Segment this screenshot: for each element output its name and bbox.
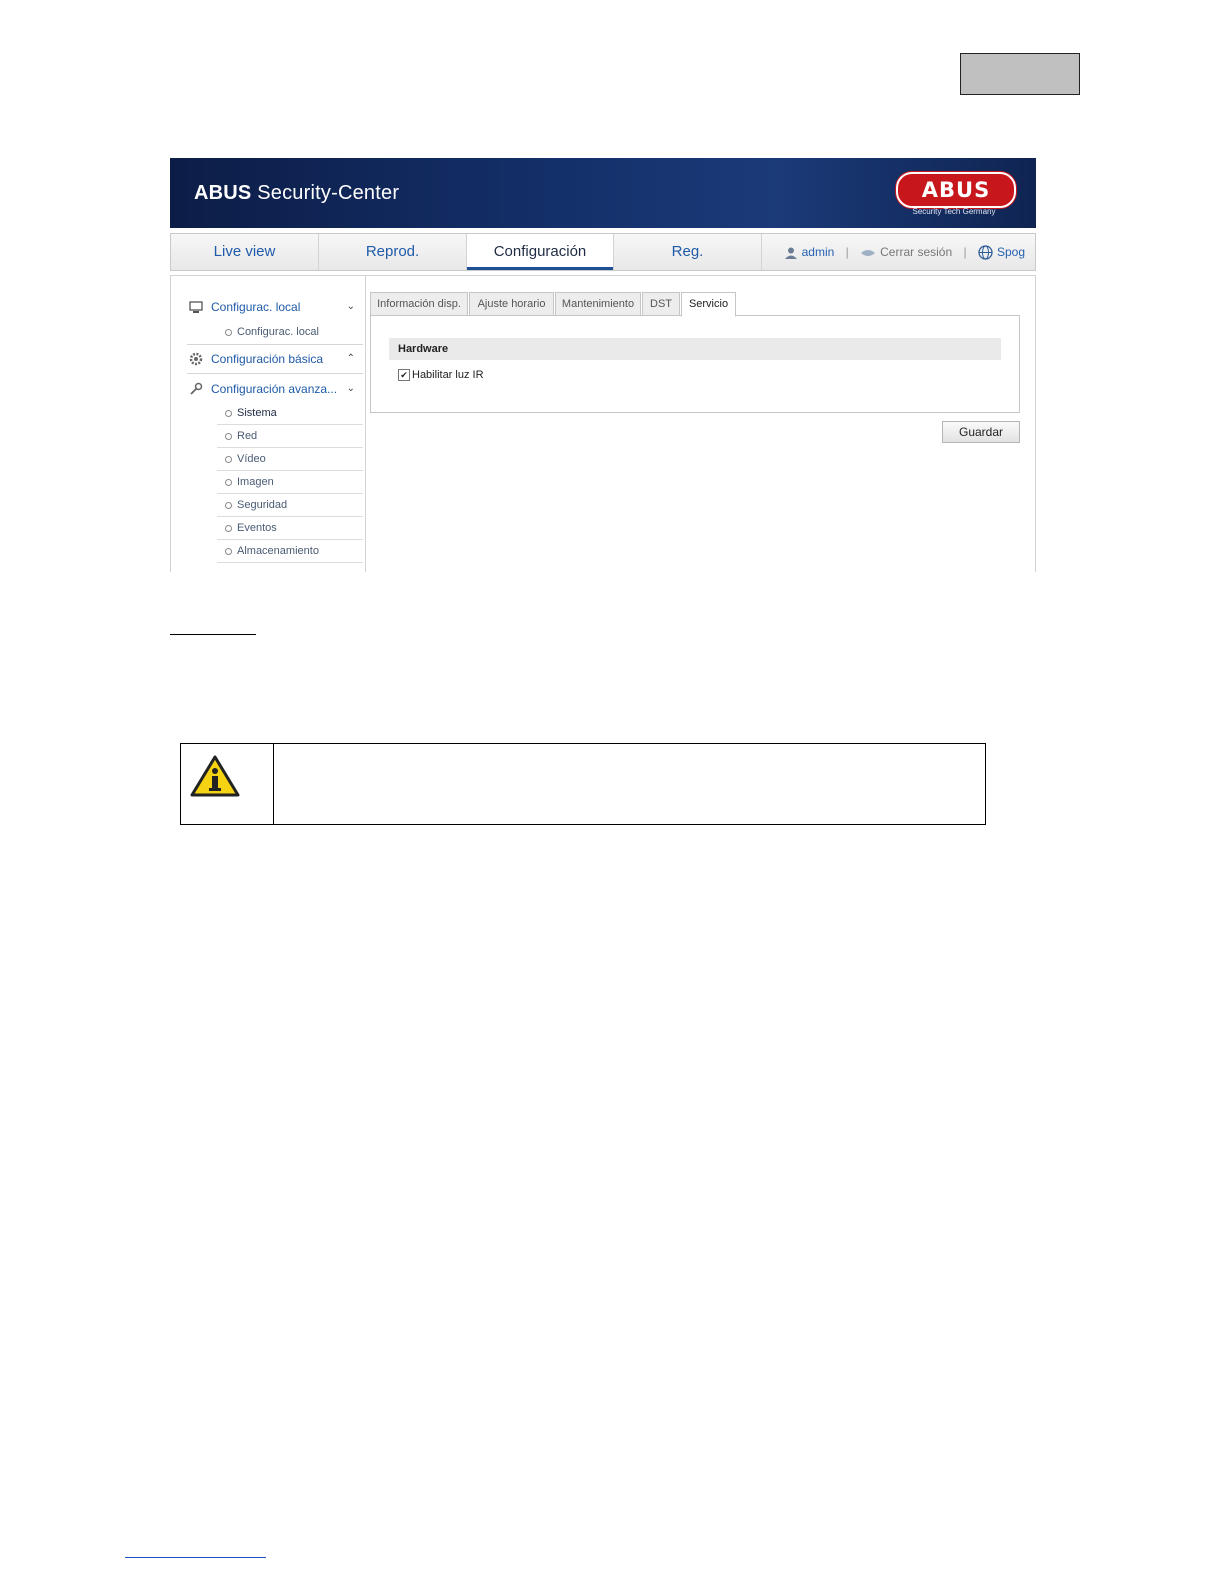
- note-divider: [273, 744, 274, 824]
- info-note-box: [180, 743, 986, 825]
- wrench-icon: [190, 382, 203, 395]
- logout-icon: [861, 249, 876, 256]
- warning-info-icon: [190, 755, 240, 797]
- gear-icon: [189, 352, 203, 366]
- tab-dst[interactable]: DST: [642, 292, 680, 316]
- sidebar-item-video[interactable]: Vídeo: [217, 448, 363, 471]
- sidebar-item-imagen[interactable]: Imagen: [217, 471, 363, 494]
- ir-light-checkbox[interactable]: ✔: [398, 369, 410, 381]
- sidebar-item-red[interactable]: Red: [217, 425, 363, 448]
- language-link[interactable]: Spog: [997, 245, 1025, 259]
- footer-link-underline: [125, 1557, 266, 1558]
- chevron-down-icon: ⌄: [346, 301, 355, 312]
- ir-light-label: Habilitar luz IR: [412, 369, 484, 381]
- user-area: admin | Cerrar sesión | Spog: [784, 234, 1025, 270]
- user-link[interactable]: admin: [802, 245, 835, 259]
- tab-live-view[interactable]: Live view: [171, 234, 319, 270]
- save-button[interactable]: Guardar: [942, 421, 1020, 443]
- service-panel: Hardware ✔ Habilitar luz IR: [370, 315, 1020, 413]
- sidebar-item-almacenamiento[interactable]: Almacenamiento: [217, 540, 363, 563]
- sidebar-item-sistema[interactable]: Sistema: [217, 402, 363, 425]
- tab-reg[interactable]: Reg.: [614, 234, 762, 270]
- chevron-down-icon: ⌄: [346, 383, 355, 394]
- abus-logo: ABUS: [896, 172, 1016, 208]
- sidebar-item-configurac-local[interactable]: Configurac. local: [217, 321, 363, 343]
- tab-configuracion[interactable]: Configuración: [467, 234, 614, 270]
- config-content: Configurac. local ⌄ Configurac. local Co…: [170, 275, 1036, 572]
- sidebar: Configurac. local ⌄ Configurac. local Co…: [171, 276, 366, 572]
- globe-icon: [978, 245, 993, 260]
- tab-mantenimiento[interactable]: Mantenimiento: [555, 292, 641, 316]
- tab-ajuste-horario[interactable]: Ajuste horario: [469, 292, 554, 316]
- header-banner: ABUS Security-Center ABUS Security Tech …: [170, 158, 1036, 228]
- main-nav: Live view Reprod. Configuración Reg. adm…: [170, 233, 1036, 271]
- chevron-up-icon: ⌃: [346, 353, 355, 364]
- logout-link[interactable]: Cerrar sesión: [880, 245, 952, 259]
- logo-subtitle: Security Tech Germany: [912, 207, 996, 216]
- monitor-icon: [189, 301, 203, 313]
- tab-servicio[interactable]: Servicio: [681, 292, 736, 317]
- sidebar-section-advanced[interactable]: Configuración avanza... ⌄: [189, 376, 359, 402]
- web-ui-screenshot: ABUS Security-Center ABUS Security Tech …: [170, 158, 1036, 572]
- sidebar-item-eventos[interactable]: Eventos: [217, 517, 363, 540]
- app-title: ABUS Security-Center: [194, 182, 400, 204]
- sidebar-item-seguridad[interactable]: Seguridad: [217, 494, 363, 517]
- sidebar-section-local[interactable]: Configurac. local ⌄: [189, 294, 359, 320]
- tab-informacion-disp[interactable]: Información disp.: [370, 292, 468, 316]
- page-number-box: [960, 53, 1080, 95]
- tab-reprod[interactable]: Reprod.: [319, 234, 467, 270]
- user-icon: [784, 247, 797, 259]
- heading-underline: [170, 634, 256, 635]
- sidebar-section-basic[interactable]: Configuración básica ⌃: [189, 346, 359, 372]
- hardware-section-header: Hardware: [389, 338, 1001, 360]
